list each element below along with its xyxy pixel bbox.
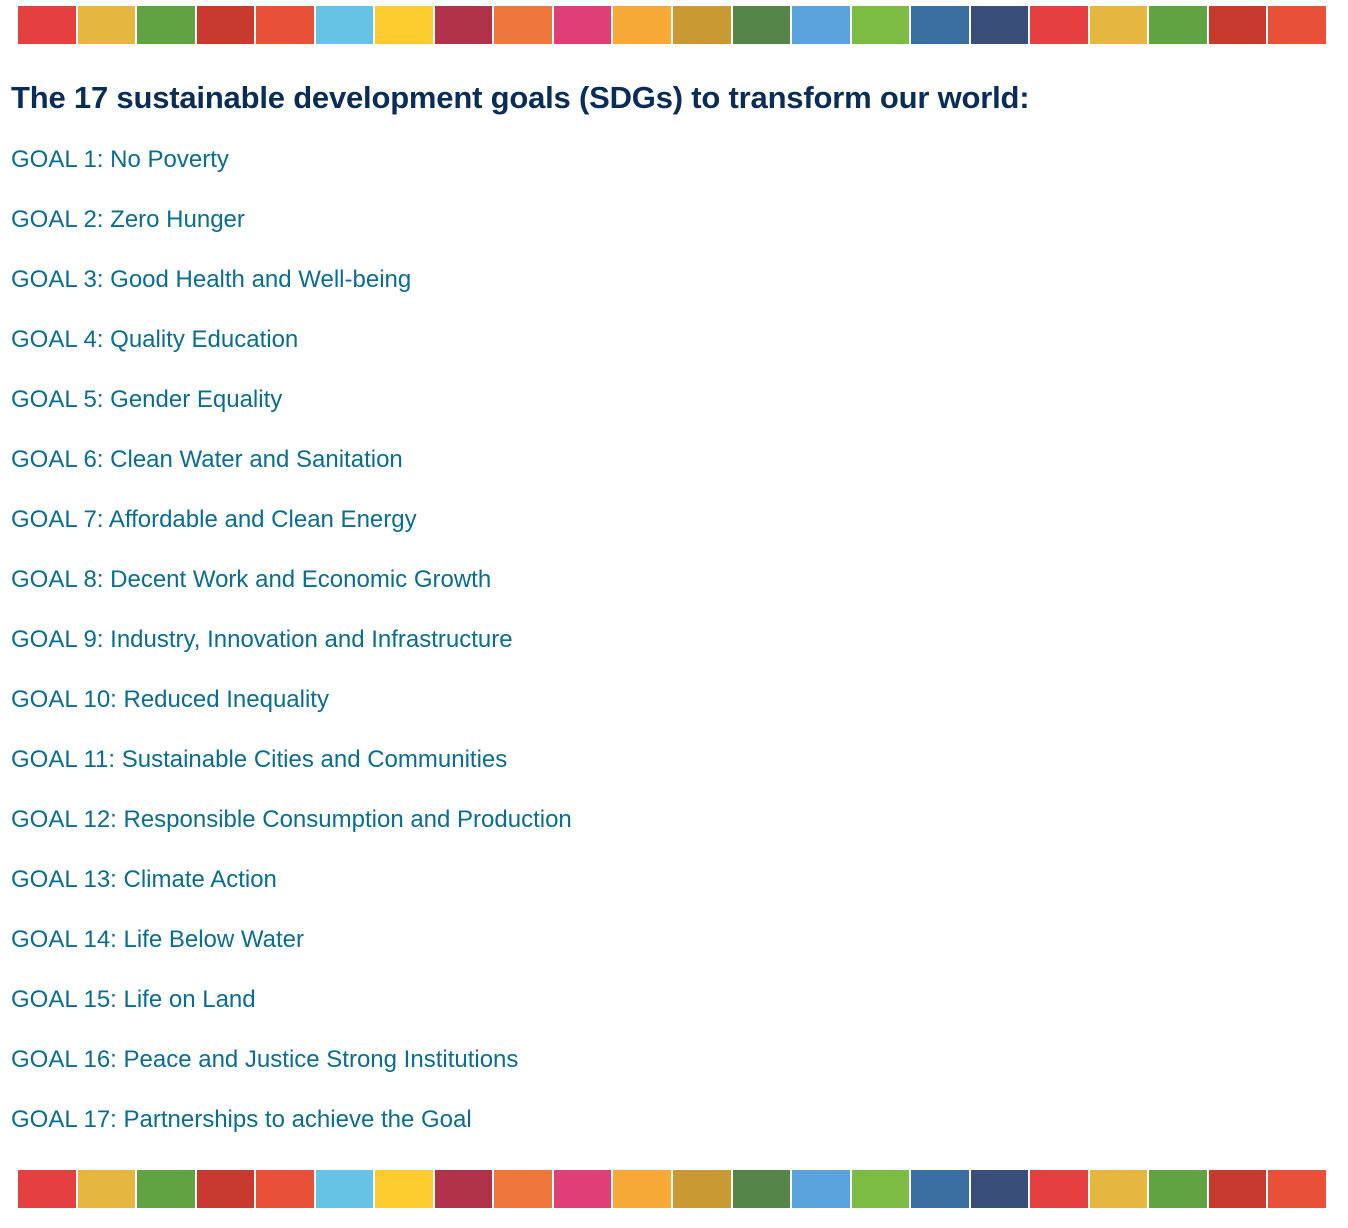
color-swatch	[553, 6, 612, 44]
goal-link-7[interactable]: GOAL 7: Affordable and Clean Energy	[11, 506, 417, 533]
color-swatch	[1149, 1170, 1207, 1208]
color-swatch	[732, 1170, 791, 1208]
goal-link-9[interactable]: GOAL 9: Industry, Innovation and Infrast…	[11, 626, 513, 653]
color-swatch	[375, 1170, 433, 1208]
goal-item-1: GOAL 1: No Poverty	[11, 145, 572, 205]
color-swatch	[1208, 1170, 1267, 1208]
goal-link-1[interactable]: GOAL 1: No Poverty	[11, 146, 229, 173]
goal-link-11[interactable]: GOAL 11: Sustainable Cities and Communit…	[11, 746, 507, 773]
color-swatch	[18, 1170, 76, 1208]
page-title: The 17 sustainable development goals (SD…	[11, 80, 1030, 115]
goal-link-17[interactable]: GOAL 17: Partnerships to achieve the Goa…	[11, 1106, 472, 1133]
goal-link-6[interactable]: GOAL 6: Clean Water and Sanitation	[11, 446, 403, 473]
color-swatch	[970, 1170, 1029, 1208]
goal-item-16: GOAL 16: Peace and Justice Strong Instit…	[11, 1045, 572, 1105]
color-swatch	[1089, 1170, 1148, 1208]
goal-link-10[interactable]: GOAL 10: Reduced Inequality	[11, 686, 329, 713]
color-swatch	[613, 6, 672, 44]
goal-link-15[interactable]: GOAL 15: Life on Land	[11, 986, 256, 1013]
color-swatch	[18, 6, 76, 44]
goal-link-4[interactable]: GOAL 4: Quality Education	[11, 326, 298, 353]
color-swatch	[553, 1170, 612, 1208]
color-swatch	[196, 1170, 255, 1208]
goal-link-13[interactable]: GOAL 13: Climate Action	[11, 866, 277, 893]
color-swatch	[77, 1170, 136, 1208]
color-swatch	[673, 6, 731, 44]
color-swatch	[1030, 1170, 1088, 1208]
color-swatch	[1089, 6, 1148, 44]
goal-item-3: GOAL 3: Good Health and Well-being	[11, 265, 572, 325]
goal-item-17: GOAL 17: Partnerships to achieve the Goa…	[11, 1105, 572, 1165]
goal-item-12: GOAL 12: Responsible Consumption and Pro…	[11, 805, 572, 865]
goal-link-12[interactable]: GOAL 12: Responsible Consumption and Pro…	[11, 806, 572, 833]
color-swatch	[673, 1170, 731, 1208]
goal-link-14[interactable]: GOAL 14: Life Below Water	[11, 926, 304, 953]
top-color-bar	[18, 6, 1327, 44]
goal-link-16[interactable]: GOAL 16: Peace and Justice Strong Instit…	[11, 1046, 518, 1073]
color-swatch	[315, 1170, 374, 1208]
color-swatch	[1149, 6, 1207, 44]
color-swatch	[792, 6, 850, 44]
goal-item-4: GOAL 4: Quality Education	[11, 325, 572, 385]
color-swatch	[851, 6, 910, 44]
goal-list: GOAL 1: No Poverty GOAL 2: Zero Hunger GOA…	[11, 145, 572, 1165]
color-swatch	[434, 1170, 493, 1208]
goal-link-5[interactable]: GOAL 5: Gender Equality	[11, 386, 282, 413]
color-swatch	[196, 6, 255, 44]
goal-item-5: GOAL 5: Gender Equality	[11, 385, 572, 445]
color-swatch	[970, 6, 1029, 44]
color-swatch	[494, 6, 552, 44]
color-swatch	[256, 6, 314, 44]
goal-item-6: GOAL 6: Clean Water and Sanitation	[11, 445, 572, 505]
goal-link-8[interactable]: GOAL 8: Decent Work and Economic Growth	[11, 566, 491, 593]
color-swatch	[792, 1170, 850, 1208]
goal-item-7: GOAL 7: Affordable and Clean Energy	[11, 505, 572, 565]
color-swatch	[256, 1170, 314, 1208]
color-swatch	[137, 6, 195, 44]
color-swatch	[911, 6, 969, 44]
goal-link-3[interactable]: GOAL 3: Good Health and Well-being	[11, 266, 411, 293]
goal-item-13: GOAL 13: Climate Action	[11, 865, 572, 925]
color-swatch	[911, 1170, 969, 1208]
goal-item-8: GOAL 8: Decent Work and Economic Growth	[11, 565, 572, 625]
color-swatch	[494, 1170, 552, 1208]
goal-item-14: GOAL 14: Life Below Water	[11, 925, 572, 985]
color-swatch	[732, 6, 791, 44]
color-swatch	[613, 1170, 672, 1208]
color-swatch	[1030, 6, 1088, 44]
bottom-color-bar	[18, 1170, 1327, 1208]
goal-item-15: GOAL 15: Life on Land	[11, 985, 572, 1045]
color-swatch	[434, 6, 493, 44]
color-swatch	[315, 6, 374, 44]
color-swatch	[375, 6, 433, 44]
goal-item-2: GOAL 2: Zero Hunger	[11, 205, 572, 265]
color-swatch	[1268, 1170, 1327, 1208]
goal-link-2[interactable]: GOAL 2: Zero Hunger	[11, 206, 245, 233]
color-swatch	[1208, 6, 1267, 44]
goal-item-9: GOAL 9: Industry, Innovation and Infrast…	[11, 625, 572, 685]
color-swatch	[137, 1170, 195, 1208]
color-swatch	[77, 6, 136, 44]
color-swatch	[851, 1170, 910, 1208]
color-swatch	[1268, 6, 1327, 44]
goal-item-10: GOAL 10: Reduced Inequality	[11, 685, 572, 745]
goal-item-11: GOAL 11: Sustainable Cities and Communit…	[11, 745, 572, 805]
